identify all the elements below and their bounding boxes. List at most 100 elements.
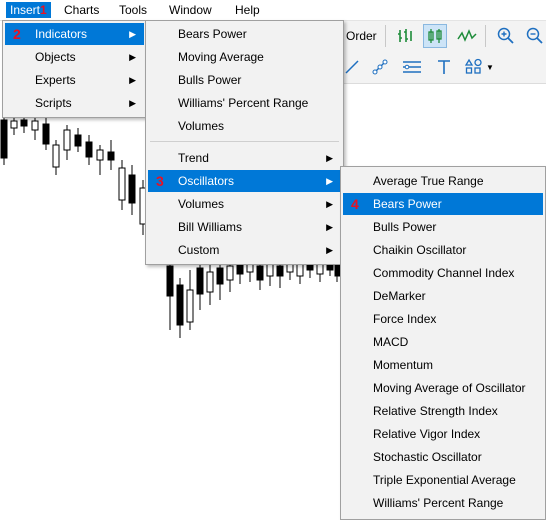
oscillator-williams-percent-range[interactable]: Williams' Percent Range xyxy=(343,492,543,514)
chevron-right-icon: ▶ xyxy=(326,153,333,163)
menu-item-label: Chaikin Oscillator xyxy=(373,243,467,257)
line-chart-icon[interactable] xyxy=(455,24,479,48)
menu-item-volumes-group[interactable]: Volumes ▶ xyxy=(148,193,341,215)
oscillator-bears-power[interactable]: 4 Bears Power xyxy=(343,193,543,215)
menu-item-label: MACD xyxy=(373,335,409,349)
menu-charts[interactable]: Charts xyxy=(60,2,103,18)
chevron-right-icon: ▶ xyxy=(326,176,333,186)
indicator-williams-percent-range[interactable]: Williams' Percent Range xyxy=(148,92,341,114)
menu-item-bill-williams[interactable]: Bill Williams ▶ xyxy=(148,216,341,238)
menu-bar: Insert1 Charts Tools Window Help xyxy=(0,0,546,21)
oscillator-rvi[interactable]: Relative Vigor Index xyxy=(343,423,543,445)
menu-item-label: Relative Vigor Index xyxy=(373,427,481,441)
menu-item-label: Stochastic Oscillator xyxy=(373,450,482,464)
menu-item-label: Williams' Percent Range xyxy=(373,496,504,510)
menu-window-label: Window xyxy=(169,3,212,17)
menu-item-label: Experts xyxy=(35,73,76,87)
oscillator-bulls-power[interactable]: Bulls Power xyxy=(343,216,543,238)
menu-item-label: Trend xyxy=(178,151,209,165)
menu-item-label: Relative Strength Index xyxy=(373,404,498,418)
menu-item-indicators[interactable]: 2 Indicators ▶ xyxy=(5,23,144,45)
indicator-bears-power[interactable]: Bears Power xyxy=(148,23,341,45)
oscillator-cci[interactable]: Commodity Channel Index xyxy=(343,262,543,284)
indicators-menu: Bears Power Moving Average Bulls Power W… xyxy=(145,20,344,265)
menu-item-label: Williams' Percent Range xyxy=(178,96,309,110)
oscillator-average-true-range[interactable]: Average True Range xyxy=(343,170,543,192)
oscillator-macd[interactable]: MACD xyxy=(343,331,543,353)
oscillator-trix[interactable]: Triple Exponential Average xyxy=(343,469,543,491)
oscillator-chaikin[interactable]: Chaikin Oscillator xyxy=(343,239,543,261)
step-marker-1: 1 xyxy=(40,3,47,17)
menu-insert[interactable]: Insert1 xyxy=(6,2,51,18)
menu-item-label: Bill Williams xyxy=(178,220,242,234)
oscillator-osma[interactable]: Moving Average of Oscillator xyxy=(343,377,543,399)
zoom-out-icon[interactable] xyxy=(523,24,546,48)
oscillator-force-index[interactable]: Force Index xyxy=(343,308,543,330)
zoom-in-icon[interactable] xyxy=(494,24,518,48)
menu-item-oscillators[interactable]: 3 Oscillators ▶ xyxy=(148,170,341,192)
channel-icon[interactable] xyxy=(368,55,392,79)
chevron-right-icon: ▶ xyxy=(129,98,136,108)
menu-help-label: Help xyxy=(235,3,260,17)
step-marker-4: 4 xyxy=(351,196,359,212)
menu-item-label: Momentum xyxy=(373,358,434,372)
step-marker-2: 2 xyxy=(13,26,21,42)
chevron-right-icon: ▶ xyxy=(326,199,333,209)
shapes-icon[interactable] xyxy=(462,55,486,79)
fibonacci-icon[interactable] xyxy=(400,55,424,79)
chevron-right-icon: ▶ xyxy=(129,29,136,39)
menu-item-label: Volumes xyxy=(178,197,225,211)
oscillator-demarker[interactable]: DeMarker xyxy=(343,285,543,307)
toolbar-divider xyxy=(385,25,386,47)
menu-item-label: Moving Average of Oscillator xyxy=(373,381,526,395)
menu-item-label: Custom xyxy=(178,243,220,257)
candlestick-icon[interactable] xyxy=(423,24,447,48)
menu-item-label: Oscillators xyxy=(178,174,235,188)
menu-help[interactable]: Help xyxy=(231,2,264,18)
menu-item-label: Force Index xyxy=(373,312,437,326)
menu-item-objects[interactable]: Objects ▶ xyxy=(5,46,144,68)
toolbar-divider-2 xyxy=(485,25,486,47)
menu-separator xyxy=(150,141,339,142)
menu-item-label: DeMarker xyxy=(373,289,426,303)
menu-tools-label: Tools xyxy=(119,3,148,17)
text-icon[interactable] xyxy=(432,55,456,79)
menu-tools[interactable]: Tools xyxy=(115,2,151,18)
indicator-bulls-power[interactable]: Bulls Power xyxy=(148,69,341,91)
indicator-moving-average[interactable]: Moving Average xyxy=(148,46,341,68)
menu-item-label: Volumes xyxy=(178,119,225,133)
chevron-right-icon: ▶ xyxy=(129,75,136,85)
indicator-volumes[interactable]: Volumes xyxy=(148,115,341,137)
bar-chart-icon[interactable] xyxy=(393,24,417,48)
chevron-right-icon: ▶ xyxy=(129,52,136,62)
insert-menu: 2 Indicators ▶ Objects ▶ Experts ▶ Scrip… xyxy=(2,20,147,118)
menu-item-trend[interactable]: Trend ▶ xyxy=(148,147,341,169)
menu-item-label: Bears Power xyxy=(373,197,442,211)
menu-charts-label: Charts xyxy=(64,3,100,17)
menu-item-experts[interactable]: Experts ▶ xyxy=(5,69,144,91)
candle-body xyxy=(0,119,8,159)
menu-item-label: Moving Average xyxy=(178,50,264,64)
menu-item-label: Bulls Power xyxy=(373,220,437,234)
step-marker-3: 3 xyxy=(156,173,164,189)
menu-item-scripts[interactable]: Scripts ▶ xyxy=(5,92,144,114)
toolbar-top: Order xyxy=(340,21,546,52)
menu-item-label: Indicators xyxy=(35,27,88,41)
chevron-right-icon: ▶ xyxy=(326,245,333,255)
oscillator-rsi[interactable]: Relative Strength Index xyxy=(343,400,543,422)
menu-insert-label: Insert xyxy=(10,3,41,17)
oscillator-stochastic[interactable]: Stochastic Oscillator xyxy=(343,446,543,468)
oscillators-menu: Average True Range 4 Bears Power Bulls P… xyxy=(340,166,546,520)
menu-item-label: Scripts xyxy=(35,96,72,110)
order-button[interactable]: Order xyxy=(346,29,377,43)
menu-window[interactable]: Window xyxy=(165,2,216,18)
chevron-right-icon: ▶ xyxy=(326,222,333,232)
toolbar-drawing: ▼ xyxy=(340,51,546,84)
chevron-down-icon[interactable]: ▼ xyxy=(486,63,494,72)
menu-item-label: Bulls Power xyxy=(178,73,242,87)
menu-item-label: Bears Power xyxy=(178,27,247,41)
menu-item-label: Objects xyxy=(35,50,76,64)
oscillator-momentum[interactable]: Momentum xyxy=(343,354,543,376)
menu-item-custom[interactable]: Custom ▶ xyxy=(148,239,341,261)
menu-item-label: Commodity Channel Index xyxy=(373,266,515,280)
